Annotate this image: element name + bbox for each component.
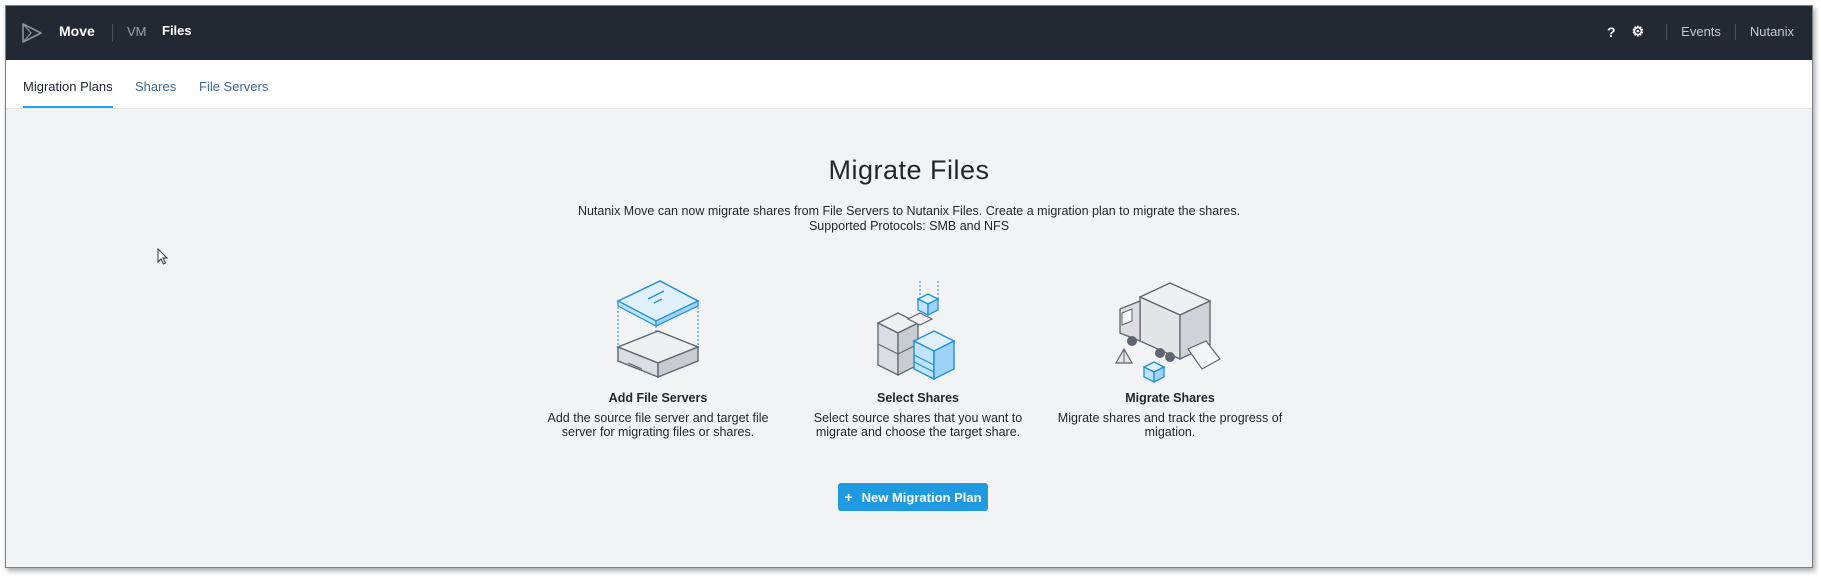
step-description-line: migation. [1144, 425, 1196, 439]
page-description: Nutanix Move can now migrate shares from… [6, 204, 1812, 234]
step-description-line: Add the source file server and target fi… [547, 411, 769, 425]
step-description: Add the source file server and target fi… [538, 411, 778, 439]
shares-cubes-icon [876, 281, 956, 381]
step-title: Select Shares [877, 391, 959, 405]
app-name[interactable]: Move [59, 23, 95, 39]
step-title: Migrate Shares [1125, 391, 1215, 405]
page-title: Migrate Files [828, 155, 990, 185]
nav-vm[interactable]: VM [127, 24, 147, 39]
events-link[interactable]: Events [1681, 24, 1721, 39]
top-bar: Move VM Files ? ⚙ Events Nutanix [6, 6, 1812, 60]
step-description: Select source shares that you want to mi… [798, 411, 1038, 439]
step-description-line: server for migrating files or shares. [561, 425, 755, 439]
help-icon[interactable]: ? [1607, 24, 1616, 40]
mouse-cursor-icon [157, 248, 169, 265]
divider [112, 24, 113, 42]
step-title: Add File Servers [608, 391, 708, 405]
description-line: Supported Protocols: SMB and NFS [808, 219, 1010, 233]
truck-icon [1114, 282, 1221, 384]
step-description-line: Select source shares that you want to [813, 411, 1023, 425]
plus-icon: + [844, 489, 853, 505]
move-logo-icon[interactable] [20, 22, 44, 44]
tab-migration-plans[interactable]: Migration Plans [23, 79, 113, 108]
tab-shares[interactable]: Shares [135, 79, 176, 94]
step-description-line: Migrate shares and track the progress of [1057, 411, 1283, 425]
divider [1666, 23, 1668, 40]
new-migration-plan-button[interactable]: + New Migration Plan [838, 483, 988, 511]
step-migrate-shares: Migrate Shares Migrate shares and track … [1050, 279, 1290, 439]
divider [1734, 23, 1736, 40]
step-add-file-servers: Add File Servers Add the source file ser… [538, 279, 778, 439]
button-label: New Migration Plan [861, 489, 982, 505]
gear-icon[interactable]: ⚙ [1632, 23, 1645, 40]
description-line: Nutanix Move can now migrate shares from… [577, 204, 1241, 218]
step-select-shares: Select Shares Select source shares that … [798, 279, 1038, 439]
tab-bar: Migration Plans Shares File Servers [6, 60, 1812, 109]
step-description: Migrate shares and track the progress of… [1050, 411, 1290, 439]
file-server-icon [616, 280, 700, 379]
tab-file-servers[interactable]: File Servers [199, 79, 268, 94]
top-right-menu: ? ⚙ Events Nutanix [1599, 23, 1794, 40]
main-content: Migrate Files Nutanix Move can now migra… [6, 109, 1812, 567]
nav-files[interactable]: Files [162, 23, 192, 38]
user-menu[interactable]: Nutanix [1750, 24, 1794, 39]
step-description-line: migrate and choose the target share. [815, 425, 1021, 439]
app-window: Move VM Files ? ⚙ Events Nutanix Migrati… [5, 5, 1813, 568]
